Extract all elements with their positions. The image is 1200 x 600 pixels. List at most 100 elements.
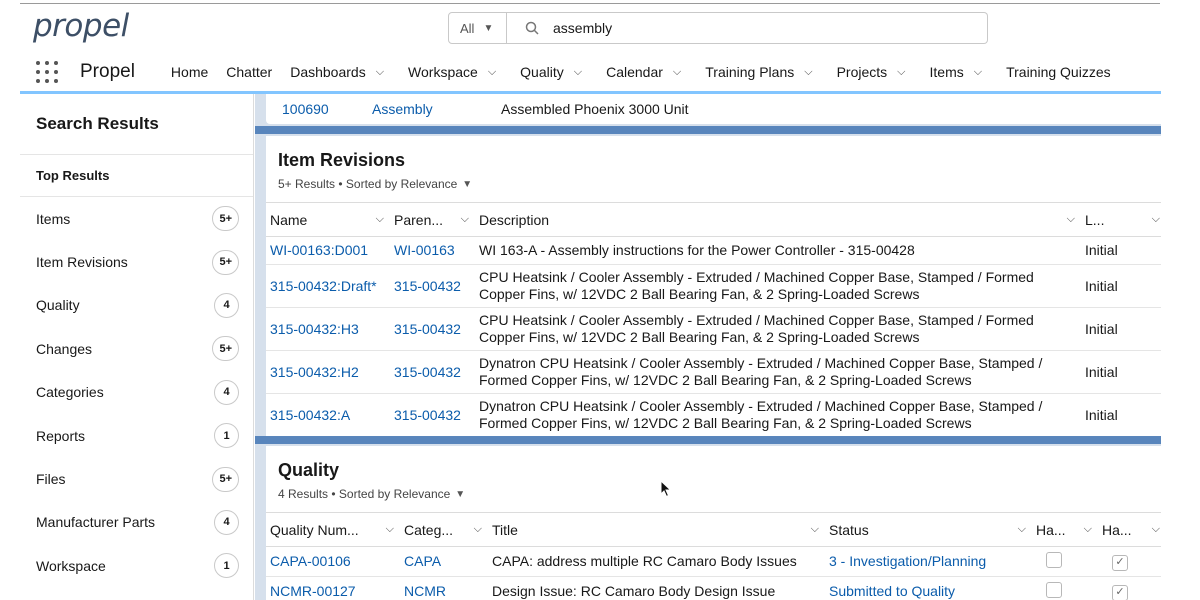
chevron-down-icon[interactable]: ⌵: [1084, 523, 1092, 536]
nav-item-label: Training Quizzes: [1006, 64, 1111, 80]
chevron-down-icon[interactable]: ⌵: [1018, 523, 1026, 536]
column-header[interactable]: Status ⌵: [825, 512, 1032, 547]
quality-sort[interactable]: 4 Results • Sorted by Relevance ▼: [278, 487, 1161, 501]
quality-number-link[interactable]: NCMR-00127: [266, 576, 400, 600]
sidebar-item-manufacturer-parts[interactable]: Manufacturer Parts 4: [20, 501, 253, 544]
table-row[interactable]: 315-00432:H3 315-00432 CPU Heatsink / Cool…: [266, 307, 1161, 351]
nav-item-items[interactable]: Items ⌵: [930, 64, 989, 80]
search-scope-label: All: [460, 20, 475, 36]
chevron-down-icon[interactable]: ⌵: [376, 66, 384, 79]
chevron-down-icon[interactable]: ⌵: [474, 523, 482, 536]
table-row[interactable]: CAPA-00106 CAPA CAPA: address multiple RC …: [266, 546, 1161, 577]
quality-category-link[interactable]: CAPA: [400, 546, 488, 577]
sidebar-item-workspace[interactable]: Workspace 1: [20, 544, 253, 587]
table-row[interactable]: 315-00432:Draft* 315-00432 CPU Heatsink / …: [266, 264, 1161, 308]
sidebar-item-files[interactable]: Files 5+: [20, 457, 253, 500]
column-header[interactable]: Quality Num... ⌵: [266, 512, 400, 547]
item-category-link[interactable]: Assembly: [346, 101, 481, 117]
nav-item-calendar[interactable]: Calendar ⌵: [606, 64, 687, 80]
revision-name-link[interactable]: 315-00432:A: [266, 393, 390, 437]
chevron-down-icon[interactable]: ⌵: [1067, 213, 1075, 226]
lifecycle-phase: Initial: [1081, 393, 1161, 437]
parent-item-link[interactable]: 315-00432: [390, 264, 475, 308]
chevron-down-icon[interactable]: ⌵: [461, 213, 469, 226]
chevron-down-icon[interactable]: ⌵: [804, 66, 812, 79]
chevron-down-icon[interactable]: ⌵: [673, 66, 681, 79]
chevron-down-icon[interactable]: ⌵: [811, 523, 819, 536]
revision-name-link[interactable]: WI-00163:D001: [266, 236, 390, 265]
chevron-down-icon[interactable]: ⌵: [376, 213, 384, 226]
quality-status-link[interactable]: 3 - Investigation/Planning: [825, 546, 1032, 577]
column-header-label: Paren...: [394, 211, 444, 228]
parent-item-link[interactable]: 315-00432: [390, 307, 475, 351]
table-row[interactable]: WI-00163:D001 WI-00163 WI 163-A - Assembly…: [266, 236, 1161, 265]
item-revisions-table: Name ⌵ Paren... ⌵ Description ⌵ L... ⌵ WI-00163…: [266, 202, 1161, 437]
parent-item-link[interactable]: 315-00432: [390, 393, 475, 437]
search-box[interactable]: [507, 12, 988, 44]
column-header[interactable]: Categ... ⌵: [400, 512, 488, 547]
column-header[interactable]: Ha... ⌵: [1098, 512, 1161, 547]
nav-item-projects[interactable]: Projects ⌵: [837, 64, 912, 80]
column-header[interactable]: Ha... ⌵: [1032, 512, 1098, 547]
nav-item-dashboards[interactable]: Dashboards ⌵: [290, 64, 390, 80]
chevron-down-icon[interactable]: ⌵: [488, 66, 496, 79]
search-input[interactable]: [553, 20, 933, 36]
parent-item-link[interactable]: 315-00432: [390, 350, 475, 394]
chevron-down-icon[interactable]: ⌵: [386, 523, 394, 536]
result-count-badge: 5+: [212, 466, 239, 492]
nav-item-workspace[interactable]: Workspace ⌵: [408, 64, 502, 80]
column-header-label: L...: [1085, 211, 1105, 228]
column-header[interactable]: Description ⌵: [475, 202, 1081, 237]
column-header[interactable]: Name ⌵: [266, 202, 390, 237]
parent-item-link[interactable]: WI-00163: [390, 236, 475, 265]
revision-name-link[interactable]: 315-00432:H2: [266, 350, 390, 394]
global-search: All ▼: [448, 12, 988, 44]
window-top-rule: [20, 3, 1160, 4]
app-window: propel All ▼ Propel Home Chatter Dashboard…: [0, 0, 1200, 600]
table-row[interactable]: 315-00432:H2 315-00432 Dynatron CPU Heatsi…: [266, 350, 1161, 394]
nav-item-chatter[interactable]: Chatter: [226, 64, 272, 80]
column-header-label: Ha...: [1036, 521, 1066, 538]
sidebar-item-label: Workspace: [36, 557, 106, 574]
column-header[interactable]: Title ⌵: [488, 512, 825, 547]
item-number-link[interactable]: 100690: [266, 101, 346, 117]
nav-item-label: Dashboards: [290, 64, 366, 80]
result-count-badge: 5+: [212, 206, 239, 232]
checkbox-cell: [1032, 576, 1098, 600]
nav-item-home[interactable]: Home: [171, 64, 208, 80]
result-count-badge: 4: [214, 509, 239, 535]
quality-status-link[interactable]: Submitted to Quality: [825, 576, 1032, 600]
nav-item-training-plans[interactable]: Training Plans ⌵: [705, 64, 818, 80]
items-card-partial: 100690 Assembly Assembled Phoenix 3000 U…: [266, 94, 1161, 124]
column-header[interactable]: Paren... ⌵: [390, 202, 475, 237]
column-header[interactable]: L... ⌵: [1081, 202, 1161, 237]
propel-logo[interactable]: propel: [33, 8, 129, 44]
sidebar-item-quality[interactable]: Quality 4: [20, 284, 253, 327]
quality-number-link[interactable]: CAPA-00106: [266, 546, 400, 577]
revision-name-link[interactable]: 315-00432:Draft*: [266, 264, 390, 308]
sidebar-item-changes[interactable]: Changes 5+: [20, 327, 253, 370]
sidebar-item-reports[interactable]: Reports 1: [20, 414, 253, 457]
table-row[interactable]: NCMR-00127 NCMR Design Issue: RC Camaro Bo…: [266, 576, 1161, 600]
chevron-down-icon[interactable]: ⌵: [974, 66, 982, 79]
sort-dropdown-icon: ▼: [462, 178, 473, 190]
table-row[interactable]: 315-00432:A 315-00432 Dynatron CPU Heatsin…: [266, 393, 1161, 437]
chevron-down-icon[interactable]: ⌵: [1152, 523, 1160, 536]
sidebar-item-items[interactable]: Items 5+: [20, 197, 253, 240]
sidebar-item-categories[interactable]: Categories 4: [20, 371, 253, 414]
chevron-down-icon[interactable]: ⌵: [897, 66, 905, 79]
column-header-label: Quality Num...: [270, 521, 359, 538]
sidebar-title: Search Results: [20, 94, 253, 155]
nav-item-label: Workspace: [408, 64, 478, 80]
chevron-down-icon[interactable]: ⌵: [574, 66, 582, 79]
nav-item-training-quizzes[interactable]: Training Quizzes: [1006, 64, 1111, 80]
search-scope-select[interactable]: All ▼: [448, 12, 507, 44]
quality-category-link[interactable]: NCMR: [400, 576, 488, 600]
chevron-down-icon[interactable]: ⌵: [1152, 213, 1160, 226]
sidebar-item-item-revisions[interactable]: Item Revisions 5+: [20, 240, 253, 283]
item-revisions-sort[interactable]: 5+ Results • Sorted by Relevance ▼: [278, 177, 1161, 191]
revision-name-link[interactable]: 315-00432:H3: [266, 307, 390, 351]
nav-item-quality[interactable]: Quality ⌵: [520, 64, 588, 80]
app-launcher-icon[interactable]: [36, 61, 58, 83]
sidebar-item-top-results[interactable]: Top Results: [20, 155, 253, 197]
